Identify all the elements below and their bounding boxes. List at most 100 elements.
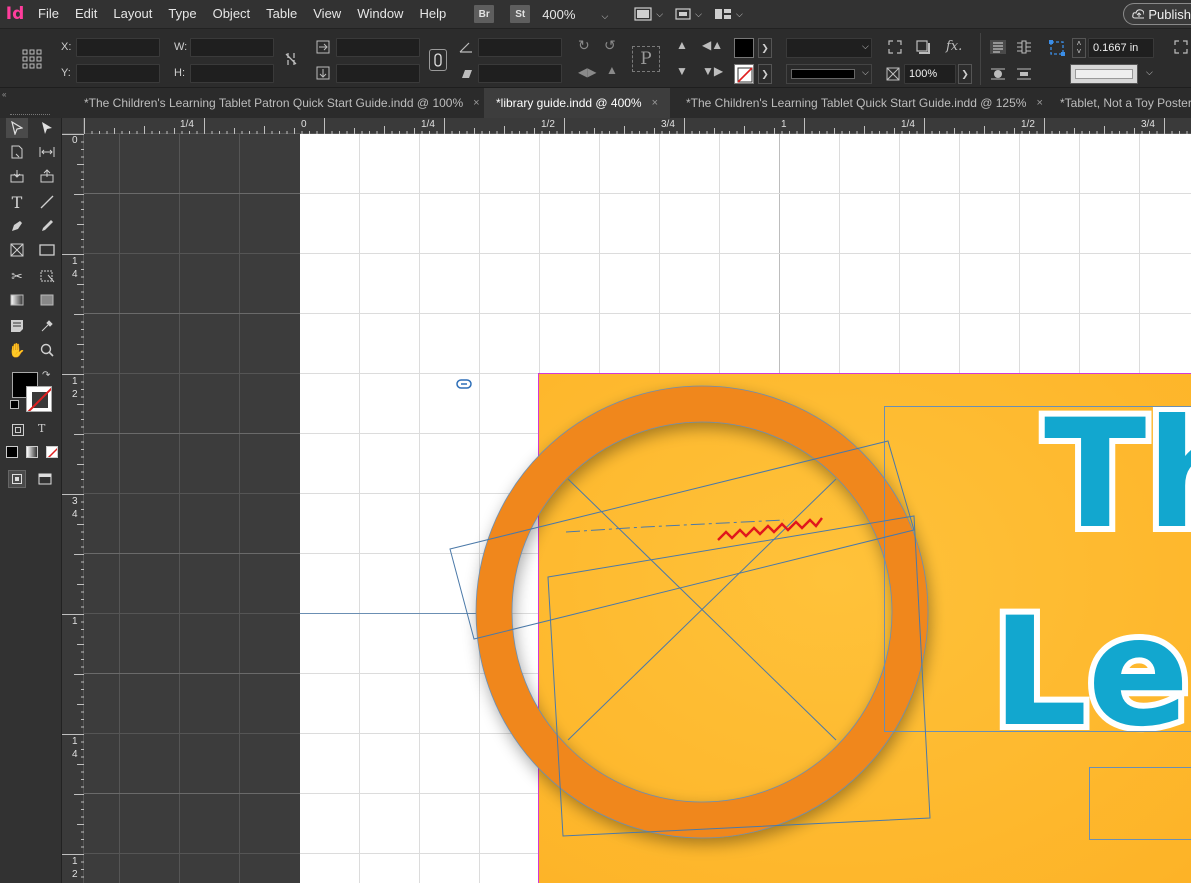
rotate-cw-icon[interactable]: ↻ <box>578 38 590 52</box>
flip-vertical-icon[interactable]: ▲ <box>606 63 618 77</box>
screen-mode-button[interactable]: ⌵ <box>634 7 663 21</box>
free-transform-tool[interactable] <box>36 266 58 286</box>
stroke-type-dropdown[interactable] <box>786 64 872 84</box>
drop-shadow-icon[interactable] <box>916 40 930 54</box>
wrap-around-icon[interactable] <box>990 67 1006 81</box>
tab-patron-quick-start[interactable]: *The Children's Learning Tablet Patron Q… <box>72 88 492 118</box>
height-field[interactable] <box>190 64 274 83</box>
zoom-tool[interactable] <box>36 340 58 360</box>
auto-fit-icon[interactable] <box>1174 40 1188 54</box>
pen-tool[interactable] <box>6 216 28 236</box>
tab-library-guide[interactable]: *library guide.indd @ 400% × <box>484 88 671 118</box>
fill-swatch[interactable] <box>734 38 754 58</box>
stock-button[interactable]: St <box>510 5 531 23</box>
reference-point-icon[interactable] <box>22 49 42 69</box>
constrain-scale-button[interactable] <box>429 49 447 71</box>
menu-view[interactable]: View <box>305 0 349 28</box>
swap-colors-icon[interactable]: ↷ <box>42 370 50 381</box>
tab-tablet-not-a-toy-poster[interactable]: *Tablet, Not a Toy Poster <box>1048 88 1191 118</box>
constrain-proportions-icon[interactable] <box>284 51 298 67</box>
x-position-field[interactable] <box>76 38 160 57</box>
horizontal-ruler[interactable]: 1/4 0 1/4 1/2 3/4 1 1/4 1/2 3/4 <box>84 118 1191 134</box>
close-icon[interactable]: × <box>652 97 658 109</box>
chevron-down-icon: ⌵ <box>862 41 869 51</box>
close-icon[interactable]: × <box>473 97 479 109</box>
rotation-angle-field[interactable] <box>478 38 562 57</box>
shear-angle-field[interactable] <box>478 64 562 83</box>
stroke-weight-stepper[interactable]: ˄ ˅ <box>1072 38 1086 58</box>
type-tool[interactable]: T <box>6 192 28 212</box>
vertical-ruler[interactable]: 0 14 12 34 1 14 12 <box>62 134 84 883</box>
pencil-tool[interactable] <box>36 216 58 236</box>
menu-type[interactable]: Type <box>160 0 204 28</box>
rectangle-frame-tool[interactable] <box>6 240 28 260</box>
fill-swatch-arrow[interactable]: ❯ <box>758 38 772 58</box>
opacity-field[interactable]: 100% <box>904 64 956 84</box>
apply-none-button[interactable] <box>46 446 58 458</box>
content-placer-tool[interactable] <box>36 166 58 186</box>
menu-file[interactable]: File <box>30 0 67 28</box>
stroke-weight-field[interactable]: 0.1667 in <box>1088 38 1154 58</box>
menu-table[interactable]: Table <box>258 0 305 28</box>
ruler-origin[interactable] <box>62 118 84 134</box>
effects-icon[interactable]: fx. <box>946 39 962 54</box>
object-style-dropdown[interactable] <box>1070 64 1138 84</box>
tools-panel: T ✂ ✋ ↷ T <box>0 114 62 883</box>
bridge-button[interactable]: Br <box>474 5 495 23</box>
normal-mode-button[interactable] <box>8 470 26 488</box>
gradient-swatch-tool[interactable] <box>6 290 28 310</box>
corner-options-icon[interactable] <box>888 40 902 54</box>
document-canvas[interactable]: Th Le <box>84 134 1191 883</box>
gap-tool[interactable] <box>36 142 58 162</box>
menu-help[interactable]: Help <box>411 0 454 28</box>
page-tool[interactable] <box>6 142 28 162</box>
stroke-swatch[interactable] <box>734 64 754 84</box>
arrange-documents-button[interactable]: ⌵ <box>714 7 743 21</box>
select-content-icon[interactable]: ▼ <box>676 65 688 77</box>
menu-layout[interactable]: Layout <box>105 0 160 28</box>
flip-horizontal-icon[interactable]: ◀▶ <box>578 65 596 79</box>
text-wrap-icon[interactable] <box>1016 40 1032 54</box>
menu-edit[interactable]: Edit <box>67 0 105 28</box>
rotate-ccw-icon[interactable]: ↺ <box>604 38 616 52</box>
rectangle-tool[interactable] <box>36 240 58 260</box>
direct-selection-tool[interactable] <box>36 118 58 138</box>
select-container-icon[interactable]: ▲ <box>676 39 688 51</box>
width-field[interactable] <box>190 38 274 57</box>
tab-learning-tablet-quick-start[interactable]: *The Children's Learning Tablet Quick St… <box>674 88 1055 118</box>
collapse-panels-icon[interactable]: « <box>2 90 6 99</box>
selection-tool[interactable] <box>6 118 28 138</box>
scale-y-field[interactable] <box>336 64 420 83</box>
view-options-button[interactable]: ⌵ <box>675 7 702 21</box>
stroke-align-icon[interactable] <box>1048 39 1066 57</box>
select-next-icon[interactable]: ▼▶ <box>702 65 723 77</box>
chevron-down-icon: ⌵ <box>735 8 743 19</box>
hand-tool[interactable]: ✋ <box>6 340 28 360</box>
line-tool[interactable] <box>36 192 58 212</box>
publish-online-button[interactable]: Publish <box>1123 3 1191 25</box>
screen-mode-toggle[interactable] <box>38 472 52 486</box>
content-collector-tool[interactable] <box>6 166 28 186</box>
y-position-field[interactable] <box>76 64 160 83</box>
default-colors-icon[interactable] <box>10 400 19 409</box>
zoom-level-dropdown[interactable]: 400% ⌵ <box>542 7 608 22</box>
close-icon[interactable]: × <box>1036 97 1042 109</box>
jump-object-icon[interactable] <box>1016 67 1032 81</box>
formatting-text-icon[interactable]: T <box>38 422 45 435</box>
opacity-arrow[interactable]: ❯ <box>958 64 972 84</box>
menu-window[interactable]: Window <box>349 0 411 28</box>
apply-color-button[interactable] <box>6 446 18 458</box>
formatting-container-icon[interactable] <box>12 424 24 436</box>
menu-object[interactable]: Object <box>205 0 259 28</box>
eyedropper-tool[interactable] <box>36 316 58 336</box>
align-top-icon[interactable] <box>990 40 1006 54</box>
stroke-weight-dropdown[interactable] <box>786 38 872 58</box>
note-tool[interactable] <box>6 316 28 336</box>
scale-x-field[interactable] <box>336 38 420 57</box>
select-previous-icon[interactable]: ◀▲ <box>702 39 723 51</box>
scissors-tool[interactable]: ✂ <box>6 266 28 286</box>
stroke-swatch-arrow[interactable]: ❯ <box>758 64 772 84</box>
apply-gradient-button[interactable] <box>26 446 38 458</box>
gradient-feather-tool[interactable] <box>36 290 58 310</box>
stroke-color-swatch[interactable] <box>26 386 52 412</box>
